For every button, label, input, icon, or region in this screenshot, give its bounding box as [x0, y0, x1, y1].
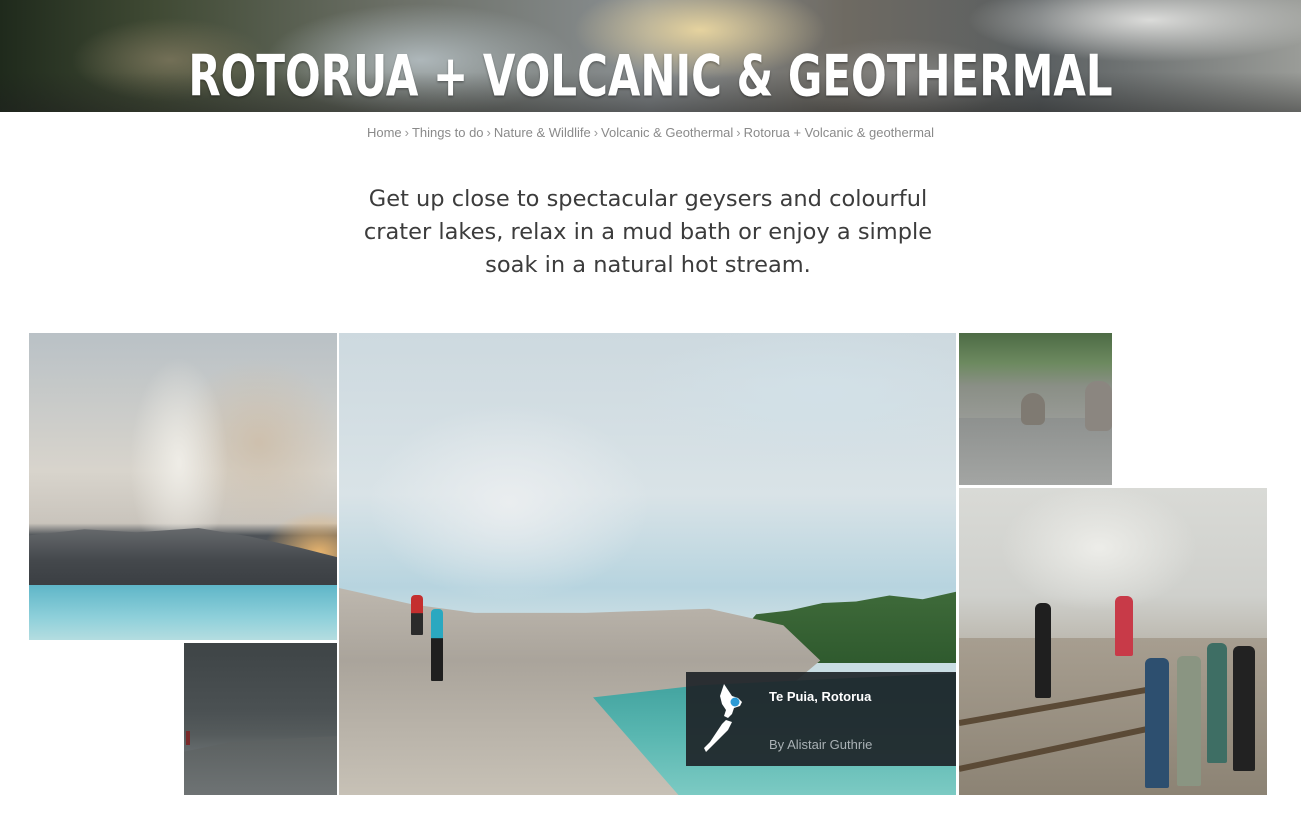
person-figure	[1233, 646, 1255, 771]
person-figure	[1145, 658, 1169, 788]
breadcrumb-separator: ›	[736, 125, 741, 140]
land-shape	[184, 736, 337, 795]
hiker-figure	[411, 595, 423, 635]
person-figure	[1035, 603, 1051, 698]
gallery-image-geyser[interactable]	[29, 333, 337, 640]
person-figure	[1207, 643, 1227, 763]
breadcrumb-separator: ›	[486, 125, 491, 140]
water-shape	[29, 585, 337, 640]
bather-figure	[1085, 381, 1112, 431]
breadcrumb-current-page[interactable]: Rotorua + Volcanic & geothermal	[744, 125, 934, 140]
breadcrumb-separator: ›	[404, 125, 409, 140]
person-figure	[1177, 656, 1201, 786]
intro-text: Get up close to spectacular geysers and …	[363, 186, 933, 278]
breadcrumb-separator: ›	[593, 125, 599, 140]
gallery-image-dusk-landscape[interactable]	[184, 643, 337, 795]
caption-photo-credit: By Alistair Guthrie	[769, 737, 873, 752]
person-figure	[1115, 596, 1133, 656]
breadcrumb-things-to-do[interactable]: Things to do	[412, 125, 484, 140]
hiker-figure	[431, 609, 443, 681]
featured-caption[interactable]: Te Puia, Rotorua By Alistair Guthrie	[686, 672, 956, 766]
gallery-image-geothermal-cooking[interactable]	[959, 488, 1267, 795]
bather-figure	[1021, 393, 1045, 425]
caption-location: Te Puia, Rotorua	[769, 689, 872, 704]
breadcrumb: Home › Things to do › Nature & Wildlife › Volc…	[0, 124, 1301, 142]
breadcrumb-volcanic-geothermal[interactable]: Volcanic & Geothermal	[601, 125, 733, 140]
gallery-image-mud-bath[interactable]	[959, 333, 1112, 485]
page: ROTORUA + VOLCANIC & GEOTHERMAL Home › Thi…	[0, 0, 1301, 831]
rock-shape	[29, 527, 337, 585]
new-zealand-map-icon	[704, 684, 742, 752]
hero-banner: ROTORUA + VOLCANIC & GEOTHERMAL	[0, 0, 1301, 112]
page-title: ROTORUA + VOLCANIC & GEOTHERMAL	[188, 42, 1113, 109]
breadcrumb-home[interactable]: Home	[367, 125, 402, 140]
figure-shape	[186, 731, 190, 745]
breadcrumb-nature-wildlife[interactable]: Nature & Wildlife	[494, 125, 591, 140]
